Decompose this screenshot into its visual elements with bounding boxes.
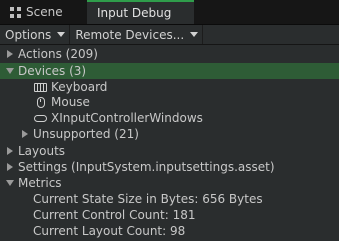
expand-arrow-icon[interactable] (7, 163, 13, 171)
toolbar: Options Remote Devices... (0, 25, 339, 45)
tab-scene-label: Scene (26, 5, 63, 19)
options-dropdown[interactable]: Options (0, 25, 71, 44)
tree-item-unsupported[interactable]: Unsupported (21) (0, 126, 339, 142)
remote-devices-label: Remote Devices... (75, 27, 185, 42)
tree-item-xinput-controller[interactable]: XInputControllerWindows (0, 110, 339, 126)
expand-arrow-icon[interactable] (7, 147, 13, 155)
tree-item-label: Actions (209) (18, 47, 98, 61)
tree-item-layouts[interactable]: Layouts (0, 143, 339, 159)
remote-devices-dropdown[interactable]: Remote Devices... (70, 25, 204, 44)
tree-item-label: Settings (InputSystem.inputsettings.asse… (18, 160, 275, 174)
tree-item-actions[interactable]: Actions (209) (0, 46, 339, 62)
tab-input-debug[interactable]: Input Debug (87, 0, 194, 24)
mouse-icon (37, 96, 45, 108)
tree-item-label: Mouse (51, 95, 90, 109)
collapse-arrow-icon[interactable] (6, 180, 14, 186)
metric-label: Current Control Count: 181 (33, 208, 196, 222)
tree-item-label: Layouts (18, 144, 66, 158)
tab-input-debug-label: Input Debug (97, 6, 172, 20)
metric-layout-count: Current Layout Count: 98 (0, 223, 339, 239)
options-label: Options (5, 27, 52, 42)
collapse-arrow-icon[interactable] (6, 68, 14, 74)
metric-control-count: Current Control Count: 181 (0, 207, 339, 223)
metric-label: Current State Size in Bytes: 656 Bytes (33, 192, 263, 206)
tree-item-label: Metrics (18, 176, 62, 190)
gamepad-icon (34, 114, 47, 122)
chevron-down-icon (57, 32, 66, 37)
chevron-down-icon (190, 32, 199, 37)
tree-item-devices[interactable]: Devices (3) (0, 63, 339, 79)
debug-tree: Actions (209) Devices (3) Keyboard Mouse… (0, 45, 339, 241)
keyboard-icon (34, 82, 47, 92)
tree-item-label: Keyboard (51, 80, 108, 94)
tree-item-mouse[interactable]: Mouse (0, 94, 339, 110)
tree-item-label: Unsupported (21) (33, 127, 139, 141)
expand-arrow-icon[interactable] (7, 50, 13, 58)
tab-scene[interactable]: Scene (4, 0, 69, 24)
tree-item-keyboard[interactable]: Keyboard (0, 79, 339, 95)
tree-item-metrics[interactable]: Metrics (0, 175, 339, 191)
tree-item-settings[interactable]: Settings (InputSystem.inputsettings.asse… (0, 159, 339, 175)
expand-arrow-icon[interactable] (22, 130, 28, 138)
tree-item-label: XInputControllerWindows (51, 111, 203, 125)
metric-state-size: Current State Size in Bytes: 656 Bytes (0, 191, 339, 207)
tab-bar: Scene Input Debug (0, 0, 339, 25)
tree-item-label: Devices (3) (18, 64, 87, 78)
metric-label: Current Layout Count: 98 (33, 224, 186, 238)
scene-grid-icon (10, 6, 21, 18)
